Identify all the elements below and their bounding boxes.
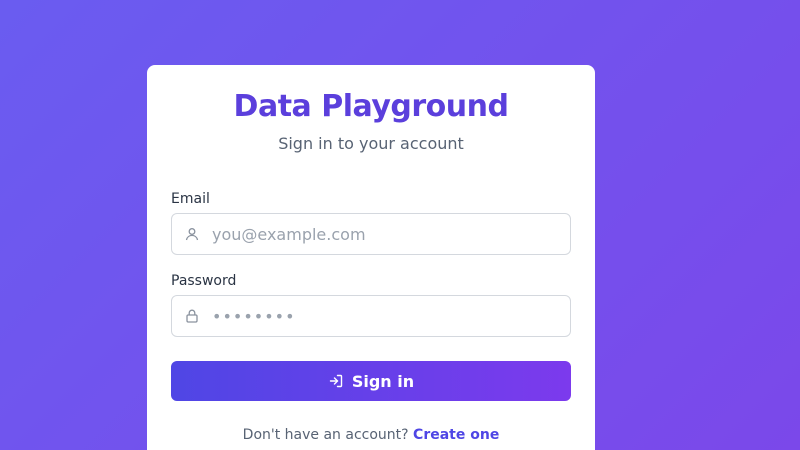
login-card: Data Playground Sign in to your account … <box>147 65 595 450</box>
user-icon <box>184 226 200 242</box>
create-account-link[interactable]: Create one <box>413 427 499 443</box>
lock-icon <box>184 308 200 324</box>
sign-in-icon <box>328 373 344 389</box>
password-field-container <box>171 295 571 337</box>
sign-in-button-label: Sign in <box>351 371 415 391</box>
signup-prompt: Don't have an account? Create one <box>147 427 595 443</box>
app-title: Data Playground <box>233 89 509 124</box>
email-field-container <box>171 213 571 255</box>
email-label: Email <box>171 191 210 207</box>
page-subtitle: Sign in to your account <box>278 134 464 153</box>
sign-in-button[interactable]: Sign in <box>171 361 571 401</box>
password-label: Password <box>171 273 237 289</box>
password-input[interactable] <box>212 296 562 336</box>
email-input[interactable] <box>212 214 562 254</box>
signup-prompt-text: Don't have an account? <box>242 427 409 443</box>
